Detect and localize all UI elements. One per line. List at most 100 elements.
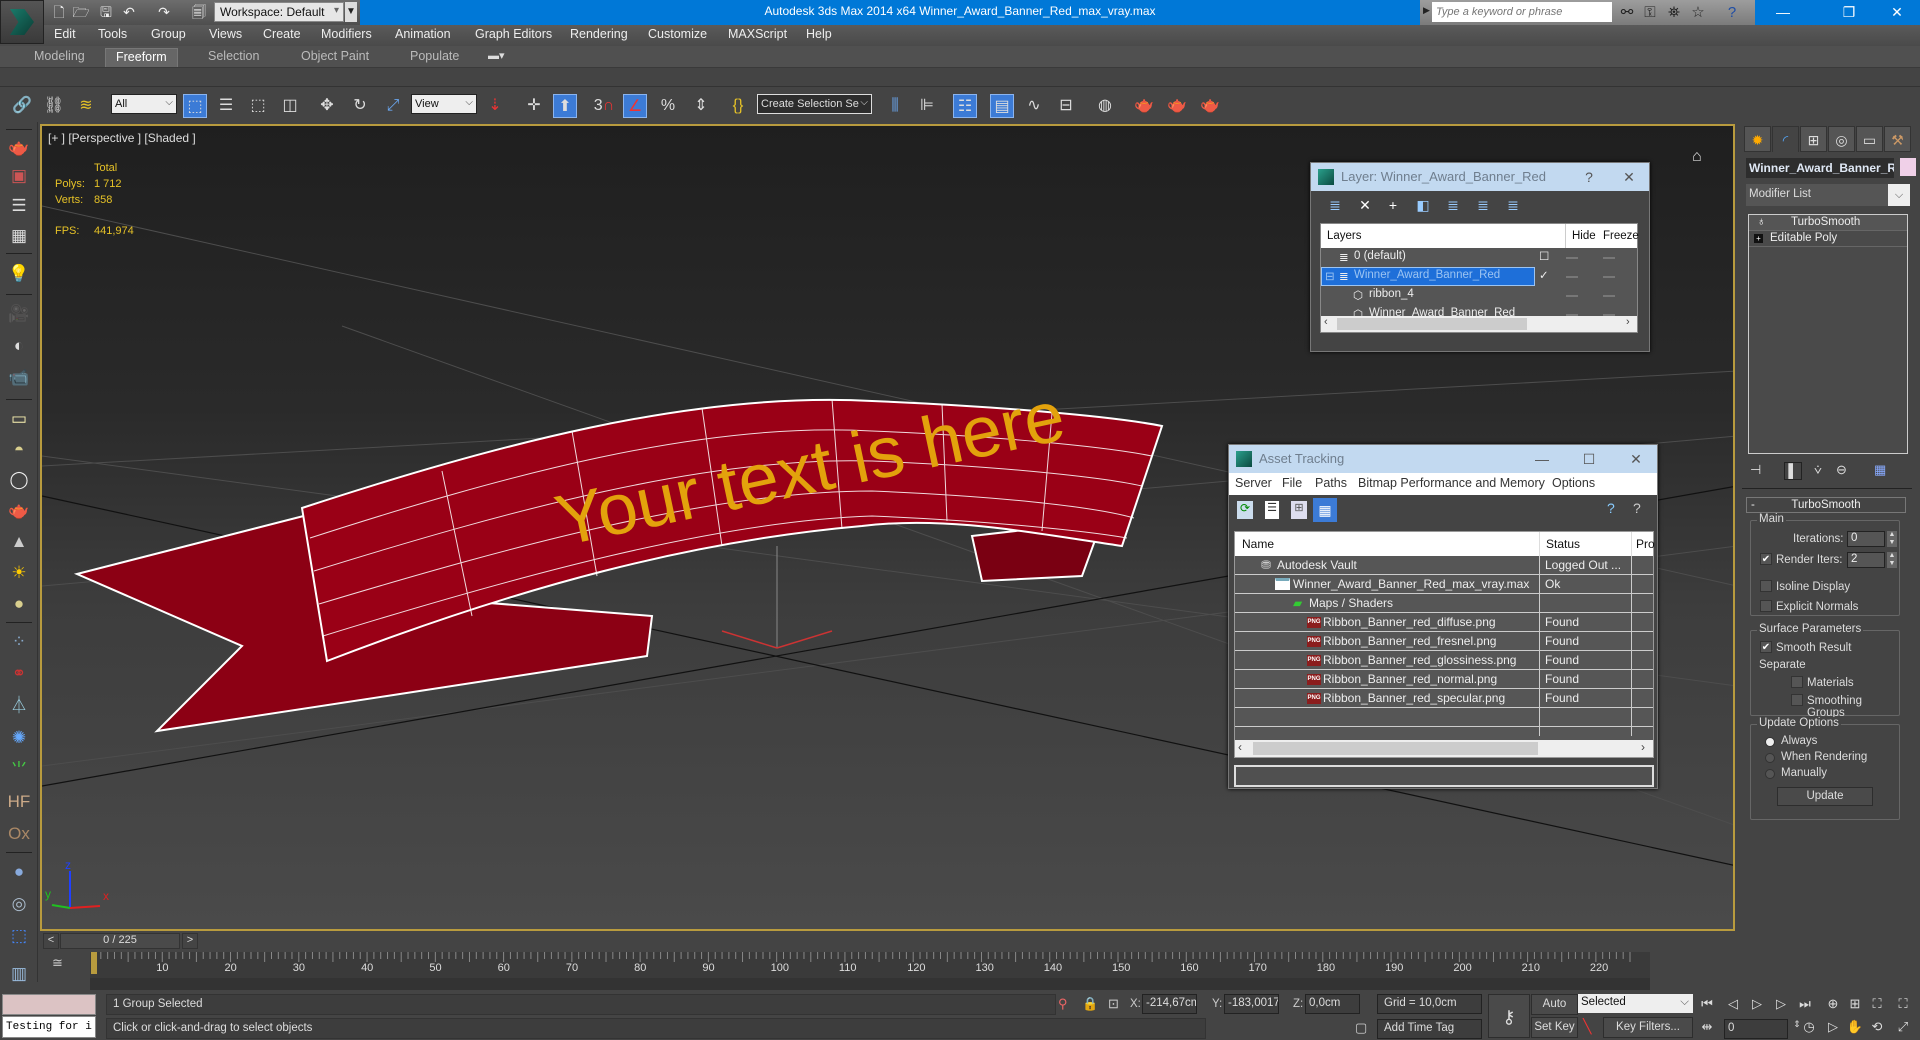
layer-manager-icon[interactable]: ☷ — [953, 94, 977, 118]
hide-toggle[interactable] — [1566, 295, 1578, 297]
star-icon[interactable]: ☆ — [1688, 3, 1708, 23]
tab-object-paint[interactable]: Object Paint — [291, 48, 379, 67]
menu-maxscript[interactable]: MAXScript — [728, 27, 787, 41]
go-to-end-icon[interactable]: ⏭ — [1796, 996, 1814, 1012]
plane-light-icon[interactable]: ▭ — [6, 407, 32, 431]
next-frame-button[interactable]: > — [182, 933, 198, 949]
menu-customize[interactable]: Customize — [648, 27, 707, 41]
table-view-icon[interactable]: ▦ — [1313, 498, 1337, 522]
update-always-radio[interactable] — [1765, 737, 1775, 747]
set-key-button[interactable]: Set Key — [1531, 1017, 1578, 1038]
next-frame-icon[interactable]: ▷ — [1772, 996, 1790, 1012]
set-current-layer-icon[interactable]: ≣ — [1473, 195, 1493, 215]
create-layer-icon[interactable]: ≣ — [1325, 195, 1345, 215]
spinner-snap-icon[interactable]: ⇕ — [689, 94, 713, 118]
key-icon[interactable]: ⚿ — [1640, 3, 1660, 23]
mesh-light-icon[interactable]: 🫖 — [6, 499, 32, 523]
tab-freeform[interactable]: Freeform — [105, 48, 178, 67]
refresh-icon[interactable]: ⟳ — [1237, 501, 1253, 519]
render-iters-checkbox[interactable]: ✔ — [1760, 553, 1772, 565]
bind-spacewarp-icon[interactable]: ≋ — [74, 94, 98, 118]
menu-create[interactable]: Create — [263, 27, 301, 41]
redo-icon[interactable]: ↷ — [155, 3, 173, 21]
expand-arrow-icon[interactable]: ▶ — [1423, 5, 1430, 16]
make-unique-icon[interactable]: ⩒ — [1814, 462, 1822, 480]
close-button[interactable]: ✕ — [1623, 448, 1649, 470]
col-freeze[interactable]: Freeze — [1603, 230, 1639, 242]
help-icon[interactable]: ? — [1722, 3, 1742, 23]
object-color-swatch[interactable] — [1900, 158, 1916, 176]
stack-item-editable-poly[interactable]: + Editable Poly — [1749, 231, 1907, 247]
dome-camera-icon[interactable]: ◐ — [6, 334, 32, 358]
asset-row[interactable]: PNG Ribbon_Banner_red_specular.png Found — [1235, 689, 1653, 708]
close-button[interactable]: ✕ — [1616, 166, 1642, 188]
tower-icon[interactable]: ⏃ — [6, 694, 32, 718]
material-editor-icon[interactable]: ◍ — [1093, 94, 1117, 118]
collapse-icon[interactable]: ⊟ — [1325, 269, 1335, 283]
video-camera-icon[interactable]: 📹 — [6, 366, 32, 390]
render-setup-icon[interactable]: 🫖 — [1132, 94, 1156, 118]
current-frame-field[interactable]: 0 — [1724, 1019, 1788, 1039]
light-lister-icon[interactable]: 💡 — [6, 262, 32, 286]
rectangular-selection-icon[interactable]: ⬚ — [246, 94, 270, 118]
menu-bitmap-performance[interactable]: Bitmap Performance and Memory — [1358, 476, 1545, 490]
percent-snap-icon[interactable]: % — [656, 94, 680, 118]
delete-layer-icon[interactable]: ✕ — [1355, 195, 1375, 215]
help-button[interactable]: ? — [1576, 166, 1602, 188]
undo-icon[interactable]: ↶ — [120, 3, 138, 21]
selection-filter-dropdown[interactable]: All ⌵ — [111, 94, 177, 114]
materials-checkbox[interactable] — [1791, 676, 1803, 688]
spinner-arrows-icon[interactable]: ▲ ▼ — [1887, 531, 1897, 547]
col-hide[interactable]: Hide — [1572, 230, 1596, 242]
horizontal-scrollbar[interactable]: ‹ › — [1235, 740, 1653, 757]
angle-snap-icon[interactable]: ∠ — [623, 94, 647, 118]
rock-icon[interactable]: ✺ — [6, 726, 32, 750]
material-assign-icon[interactable]: ◎ — [6, 892, 32, 916]
absolute-mode-icon[interactable]: ⊡ — [1108, 996, 1119, 1012]
turbosmooth-rollout-header[interactable]: - TurboSmooth — [1746, 497, 1906, 513]
scroll-right-icon[interactable]: › — [1626, 316, 1630, 328]
pan-icon[interactable]: ✋ — [1846, 1019, 1864, 1035]
edit-named-selection-icon[interactable]: {} — [726, 94, 750, 118]
object-name-field[interactable]: Winner_Award_Banner_Red — [1746, 158, 1894, 178]
scale-icon[interactable]: ⤢ — [381, 94, 405, 118]
named-selection-dropdown[interactable]: Create Selection Se ⌵ — [757, 94, 872, 114]
dome-light-icon[interactable]: ◓ — [6, 438, 32, 462]
tab-utilities-icon[interactable]: ⚒ — [1884, 126, 1911, 152]
layer-row[interactable]: ⬡ ribbon_4 — [1321, 286, 1637, 305]
add-to-layer-icon[interactable]: + — [1383, 195, 1403, 215]
freeze-toggle[interactable] — [1603, 276, 1615, 278]
update-manually-radio[interactable] — [1765, 769, 1775, 779]
tab-motion-icon[interactable]: ◎ — [1828, 126, 1855, 152]
menu-options[interactable]: Options — [1552, 476, 1595, 490]
lock-selection-icon[interactable]: 🔒 — [1082, 996, 1098, 1012]
set-key-mode-key-icon[interactable]: ⚷ — [1488, 994, 1530, 1038]
current-layer-check-icon[interactable]: ✓ — [1539, 268, 1549, 282]
smooth-result-checkbox[interactable]: ✔ — [1760, 641, 1772, 653]
spot-light-icon[interactable]: ▲ — [6, 530, 32, 554]
menu-file[interactable]: File — [1282, 476, 1302, 490]
tab-hierarchy-icon[interactable]: ⊞ — [1800, 126, 1827, 152]
sphere-light-icon[interactable]: ◯ — [6, 468, 32, 492]
asset-window-titlebar[interactable]: Asset Tracking — ☐ ✕ — [1229, 445, 1657, 473]
schematic-view-icon[interactable]: ⊟ — [1054, 94, 1078, 118]
layer-row[interactable]: ⊟ ≣ Winner_Award_Banner_Red ✓ — [1321, 267, 1637, 286]
window-crossing-icon[interactable]: ◫ — [278, 94, 302, 118]
asset-row[interactable]: PNG Ribbon_Banner_red_diffuse.png Found — [1235, 613, 1653, 632]
tab-modify-icon[interactable]: ◜ — [1772, 126, 1799, 152]
default-in-out-tangent-icon[interactable]: ╲ — [1583, 1018, 1591, 1035]
move-icon[interactable]: ✥ — [315, 94, 339, 118]
asset-row[interactable]: Winner_Award_Banner_Red_max_vray.max Ok — [1235, 575, 1653, 594]
iterations-spinner[interactable]: 0 — [1847, 531, 1885, 547]
orbit-icon[interactable]: ⟲ — [1868, 1019, 1886, 1035]
scroll-thumb[interactable] — [1337, 318, 1527, 330]
list-view-icon[interactable]: ☰ — [1265, 501, 1279, 519]
hair-fur-icon[interactable]: HF — [6, 790, 32, 814]
workspace-dropdown[interactable]: Workspace: Default ▾ — [214, 2, 344, 22]
save-icon[interactable]: 🖫 — [97, 3, 115, 21]
spinner-arrows-icon[interactable]: ▲ ▼ — [1887, 552, 1897, 568]
metaball-icon[interactable]: ⚭ — [6, 662, 32, 686]
key-filters-button[interactable]: Key Filters... — [1603, 1017, 1693, 1038]
close-button[interactable]: ✕ — [1874, 0, 1920, 25]
menu-tools[interactable]: Tools — [98, 27, 127, 41]
